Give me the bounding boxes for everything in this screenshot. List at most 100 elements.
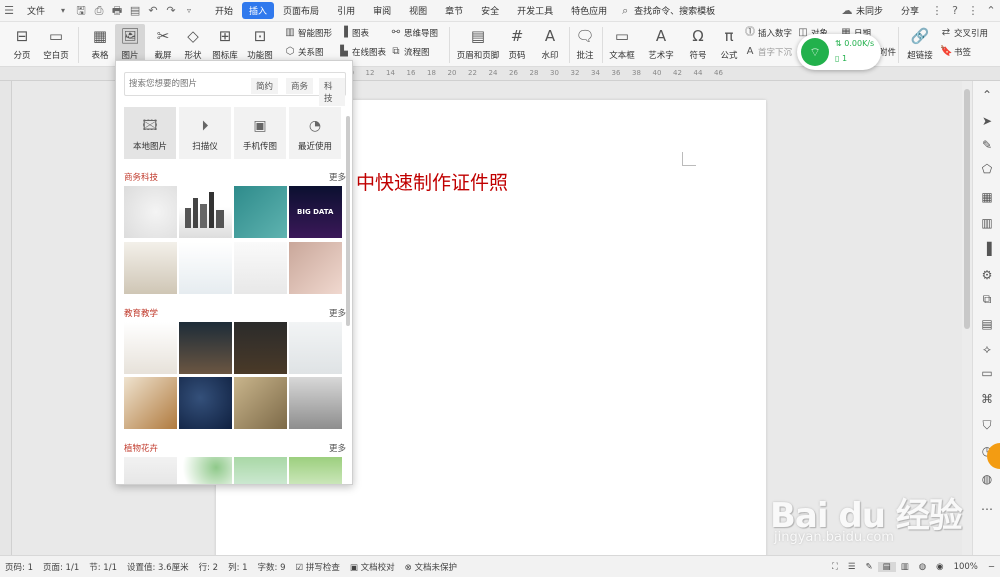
style-icon[interactable]: ✎ (979, 137, 995, 153)
image-thumbnail[interactable] (124, 242, 177, 294)
image-thumbnail[interactable] (124, 457, 177, 484)
status-section[interactable]: 节: 1/1 (84, 561, 122, 573)
hamburger-menu-icon[interactable]: ☰ (2, 4, 16, 18)
hyperlink-button[interactable]: 🔗 超链接 (902, 24, 938, 64)
shapes-icon[interactable]: ⬠ (979, 161, 995, 177)
textbox-button[interactable]: ▭ 文本框 (604, 24, 640, 64)
more-plants-flowers-link[interactable]: 更多 (329, 442, 346, 454)
undo-icon[interactable]: ↶ (146, 4, 160, 18)
more-education-link[interactable]: 更多 (329, 307, 346, 319)
image-thumbnail[interactable] (289, 457, 342, 484)
status-setting-value[interactable]: 设置值: 3.6厘米 (122, 561, 194, 573)
image-thumbnail[interactable] (124, 322, 177, 374)
scrollbar-thumb[interactable] (964, 89, 970, 329)
layout-icon[interactable]: ▤ (979, 316, 995, 332)
mindmap-button[interactable]: ⚯ 思维导图 (390, 27, 438, 39)
chevron-down-icon[interactable]: ▾ (56, 4, 70, 18)
reading-view-icon[interactable]: ▥ (896, 562, 914, 572)
tab-home[interactable]: 开始 (206, 4, 242, 17)
document-stack-icon[interactable]: ⧉ (979, 291, 995, 307)
search-icon[interactable]: ⌕ (618, 4, 632, 18)
keyword-tech[interactable]: 科技 (319, 78, 345, 106)
cloud-sync-icon[interactable]: ☁ (840, 4, 854, 18)
settings-sliders-icon[interactable]: ⚙ (979, 267, 995, 283)
wordart-button[interactable]: A 艺术字 (643, 24, 679, 64)
web-view-icon[interactable]: ◍ (914, 562, 931, 572)
tab-review[interactable]: 审阅 (364, 4, 400, 17)
fullscreen-icon[interactable]: ⛶ (827, 562, 843, 572)
image-thumbnail[interactable] (124, 186, 177, 238)
chart-style-icon[interactable]: ▥ (979, 215, 995, 231)
page-view-icon[interactable]: ▤ (877, 561, 896, 572)
save-icon[interactable]: 🖫 (74, 4, 88, 18)
function-chart-button[interactable]: ⊡ 功能图 (240, 24, 280, 64)
eye-protection-icon[interactable]: ◉ (931, 562, 948, 572)
image-thumbnail[interactable] (179, 242, 232, 294)
picture-search-input[interactable] (129, 76, 239, 92)
bar-chart-icon[interactable]: ▐ (979, 241, 995, 257)
recent-pictures-button[interactable]: ◔ 最近使用 (289, 107, 341, 159)
image-thumbnail[interactable] (234, 242, 287, 294)
zoom-level[interactable]: 100% (949, 562, 983, 572)
bookmark-button[interactable]: 🔖 书签 (940, 46, 971, 58)
picture-search-box[interactable]: 简约 商务 科技 (124, 72, 346, 106)
more-icon[interactable]: ⋮ (930, 4, 944, 18)
image-thumbnail[interactable] (179, 457, 232, 484)
tab-page-layout[interactable]: 页面布局 (274, 4, 328, 17)
command-search[interactable]: 查找命令、搜索模板 (634, 4, 724, 17)
tab-insert[interactable]: 插入 (242, 2, 275, 19)
keyword-business[interactable]: 商务 (286, 78, 314, 94)
online-chart-button[interactable]: ▙ 在线图表 (338, 46, 386, 58)
header-footer-button[interactable]: ▤ 页眉和页脚 (455, 24, 501, 64)
picture-button[interactable]: 🖼 图片 (115, 24, 145, 64)
image-thumbnail[interactable] (289, 242, 342, 294)
chevron-up-icon[interactable]: ⌃ (979, 87, 995, 103)
document-protection-button[interactable]: ⊗ 文档未保护 (400, 561, 462, 573)
image-thumbnail[interactable] (234, 457, 287, 484)
edit-view-icon[interactable]: ✎ (861, 562, 878, 572)
tab-developer[interactable]: 开发工具 (508, 4, 562, 17)
shield-icon[interactable]: ⛉ (979, 417, 995, 433)
image-thumbnail[interactable] (179, 186, 232, 238)
image-thumbnail[interactable] (289, 322, 342, 374)
share-button[interactable]: 分享 (892, 4, 928, 17)
customize-icon[interactable]: ▿ (182, 4, 196, 18)
panel-scrollbar[interactable] (346, 116, 350, 326)
more-icon[interactable]: ⋮ (966, 4, 980, 18)
symbol-button[interactable]: Ω 符号 (683, 24, 713, 64)
share-nodes-icon[interactable]: ⟡ (979, 341, 995, 357)
tab-chapter[interactable]: 章节 (436, 4, 472, 17)
tab-references[interactable]: 引用 (328, 4, 364, 17)
insert-number-button[interactable]: ⓵ 插入数字 (744, 27, 792, 39)
document-title[interactable]: 中快速制作证件照 (356, 168, 508, 195)
file-menu[interactable]: 文件 (18, 4, 54, 17)
blank-page-button[interactable]: ▭ 空白页 (36, 24, 76, 64)
relation-chart-button[interactable]: ⬡ 关系图 (284, 46, 324, 58)
image-thumbnail[interactable] (234, 322, 287, 374)
vertical-ruler[interactable] (0, 81, 12, 555)
cross-reference-button[interactable]: ⇄ 交叉引用 (940, 27, 988, 39)
print-icon[interactable]: 🖶 (110, 4, 124, 18)
image-thumbnail[interactable] (289, 377, 342, 429)
more-business-tech-link[interactable]: 更多 (329, 171, 346, 183)
image-thumbnail[interactable]: BIG DATA (289, 186, 342, 238)
watermark-button[interactable]: A 水印 (534, 24, 566, 64)
flowchart-button[interactable]: ⧉ 流程图 (390, 46, 429, 58)
local-picture-button[interactable]: 🖾 本地图片 (124, 107, 176, 159)
collapse-ribbon-icon[interactable]: ⌃ (984, 4, 998, 18)
globe-icon[interactable]: ◍ (979, 471, 995, 487)
image-thumbnail[interactable] (179, 322, 232, 374)
first-drop-button[interactable]: A 首字下沉 (744, 46, 792, 58)
cursor-select-icon[interactable]: ➤ (979, 113, 995, 129)
chart-button[interactable]: ▐ 图表 (338, 27, 369, 39)
inbox-icon[interactable]: ▭ (979, 365, 995, 381)
help-icon[interactable]: ? (948, 4, 962, 18)
comment-button[interactable]: 🗨 批注 (570, 24, 600, 64)
status-page-number[interactable]: 页码: 1 (0, 561, 38, 573)
spell-check-button[interactable]: ☑ 拼写检查 (291, 561, 345, 573)
sync-status[interactable]: 未同步 (856, 4, 892, 17)
redo-icon[interactable]: ↷ (164, 4, 178, 18)
table-style-icon[interactable]: ▦ (979, 189, 995, 205)
formula-button[interactable]: π 公式 (714, 24, 744, 64)
icon-library-button[interactable]: ⊞ 图标库 (205, 24, 245, 64)
